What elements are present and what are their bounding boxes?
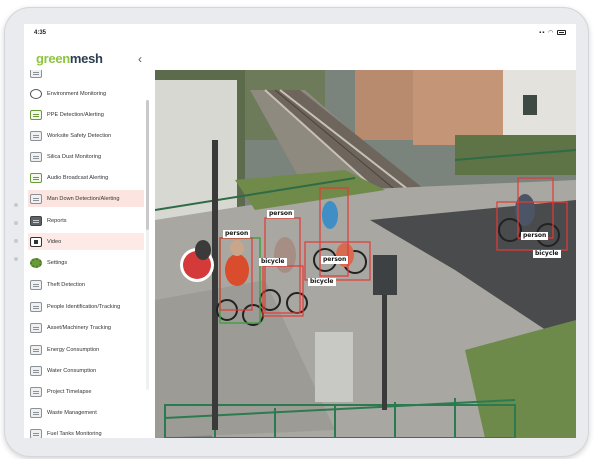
sidebar-item-label: Asset/Machinery Tracking xyxy=(47,324,112,331)
timelapse-icon xyxy=(30,386,42,397)
sidebar-item-ppe-detection[interactable]: PPE Detection/Alerting xyxy=(28,106,144,123)
energy-icon xyxy=(30,344,42,355)
dust-icon xyxy=(30,151,42,162)
tablet-sensor-dot xyxy=(14,257,18,261)
sidebar-item-worksite-safety[interactable]: Worksite Safety Detection xyxy=(28,127,144,144)
sidebar-item-label: Reports xyxy=(47,217,67,224)
sidebar-item-man-down-detection[interactable]: Man Down Detection/Alerting xyxy=(28,190,144,207)
sidebar-item-label: Silica Dust Monitoring xyxy=(47,153,102,160)
detection-box-bicycle-2[interactable] xyxy=(262,265,304,317)
status-time: 4:35 xyxy=(34,30,47,36)
video-feed[interactable]: person person bicycle person bicycle per… xyxy=(155,70,576,438)
detection-label: bicycle xyxy=(308,278,336,286)
fuel-icon xyxy=(30,428,42,438)
detection-label: bicycle xyxy=(259,258,287,266)
battery-icon xyxy=(557,29,566,35)
waste-icon xyxy=(30,407,42,418)
asset-icon xyxy=(30,322,42,333)
sidebar-item-label: Fuel Tanks Monitoring xyxy=(47,430,102,437)
ppe-icon xyxy=(30,109,42,120)
status-bar: 4:35 ▪▪ ◠ xyxy=(24,24,576,46)
water-icon xyxy=(30,365,42,376)
signal-icon: ▪▪ xyxy=(539,30,546,36)
sidebar-item-video[interactable]: Video xyxy=(28,233,144,250)
logo-text-green: green xyxy=(36,51,70,66)
sidebar-item-theft-detection[interactable]: Theft Detection xyxy=(28,276,144,293)
sidebar-item-label: Waste Management xyxy=(47,409,97,416)
sidebar-menu: Environment Monitoring PPE Detection/Ale… xyxy=(24,70,155,438)
app-logo: greenmesh xyxy=(36,51,103,66)
sidebar-item-audio-broadcast[interactable]: Audio Broadcast Alerting xyxy=(28,169,144,186)
module-icon xyxy=(30,70,42,78)
sidebar-item-label: Video xyxy=(47,238,62,245)
detection-box-person-5[interactable] xyxy=(517,177,554,239)
tablet-sensor-dot xyxy=(14,221,18,225)
tablet-sensor-dot xyxy=(14,239,18,243)
settings-icon xyxy=(30,257,42,268)
app-screen: 4:35 ▪▪ ◠ greenmesh ‹ Environment Monito… xyxy=(24,24,576,438)
detection-overlay xyxy=(219,177,568,324)
sidebar-item-environment-monitoring[interactable]: Environment Monitoring xyxy=(28,85,144,102)
man-down-icon xyxy=(30,193,42,204)
sidebar-item-label: Man Down Detection/Alerting xyxy=(47,195,120,202)
sidebar-item-label: Theft Detection xyxy=(47,281,85,288)
reports-icon xyxy=(30,215,42,226)
wifi-icon: ◠ xyxy=(548,30,555,36)
sidebar-item-project-timelapse[interactable]: Project Timelapse xyxy=(28,383,144,400)
detection-label: bicycle xyxy=(533,250,561,258)
sidebar-item-label: Project Timelapse xyxy=(47,388,92,395)
sidebar-item-label: Worksite Safety Detection xyxy=(47,132,112,139)
detection-label: person xyxy=(521,232,549,240)
sidebar-scrollbar[interactable] xyxy=(146,100,149,390)
sidebar-item-label: People Identification/Tracking xyxy=(47,303,121,310)
detection-box-person-4[interactable] xyxy=(496,201,568,251)
sidebar-scrollbar-thumb[interactable] xyxy=(146,100,149,230)
detection-label: person xyxy=(267,210,295,218)
app-header: greenmesh ‹ xyxy=(24,46,576,70)
status-icons: ▪▪ ◠ xyxy=(539,29,566,36)
sidebar-item-water-consumption[interactable]: Water Consumption xyxy=(28,362,144,379)
logo-text-dark: mesh xyxy=(69,51,103,66)
people-icon xyxy=(30,301,42,312)
sidebar-item-label: PPE Detection/Alerting xyxy=(47,111,104,118)
video-icon xyxy=(30,236,42,247)
audio-icon xyxy=(30,172,42,183)
sidebar-item-energy-consumption[interactable]: Energy Consumption xyxy=(28,341,144,358)
safety-icon xyxy=(30,130,42,141)
sidebar-item-fuel-tanks[interactable]: Fuel Tanks Monitoring xyxy=(28,425,144,438)
sidebar-collapse-button[interactable]: ‹ xyxy=(134,52,146,66)
sidebar-item-module[interactable] xyxy=(28,70,144,81)
sidebar-item-reports[interactable]: Reports xyxy=(28,212,144,229)
sidebar-item-label: Audio Broadcast Alerting xyxy=(47,174,109,181)
sidebar-item-settings[interactable]: Settings xyxy=(28,254,144,271)
sidebar-item-people-identification[interactable]: People Identification/Tracking xyxy=(28,298,144,315)
detection-box-person-1[interactable] xyxy=(219,237,253,311)
sidebar-item-label: Water Consumption xyxy=(47,367,97,374)
detection-label: person xyxy=(321,256,349,264)
theft-icon xyxy=(30,279,42,290)
sidebar-item-label: Settings xyxy=(47,259,68,266)
sidebar-item-label: Energy Consumption xyxy=(47,346,100,353)
sidebar-item-silica-dust[interactable]: Silica Dust Monitoring xyxy=(28,148,144,165)
sidebar-item-asset-tracking[interactable]: Asset/Machinery Tracking xyxy=(28,319,144,336)
sidebar-item-label: Environment Monitoring xyxy=(47,90,107,97)
environment-icon xyxy=(30,88,42,99)
detection-label: person xyxy=(223,230,251,238)
sidebar-item-waste-management[interactable]: Waste Management xyxy=(28,404,144,421)
tablet-sensor-dot xyxy=(14,203,18,207)
